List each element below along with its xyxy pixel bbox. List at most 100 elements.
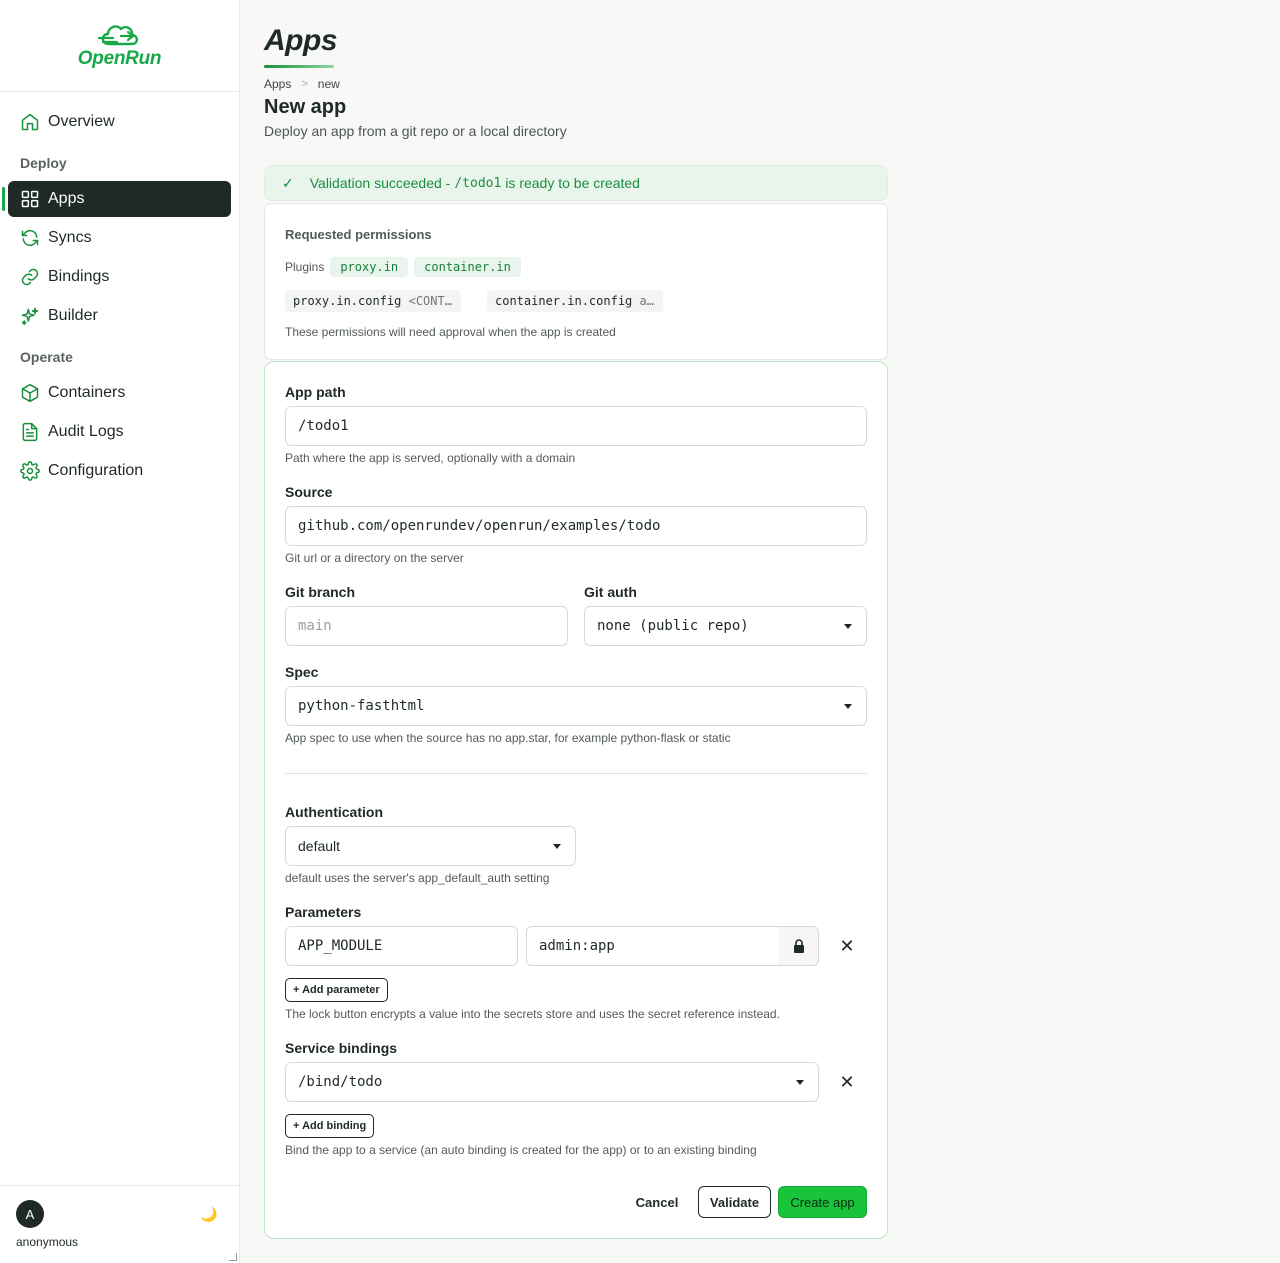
plugin-chip: proxy.in (330, 257, 409, 277)
sidebar-item-audit-logs[interactable]: Audit Logs (8, 414, 231, 450)
refresh-icon (21, 229, 39, 247)
sidebar-item-overview[interactable]: Overview (8, 104, 231, 140)
authentication-label: Authentication (285, 804, 383, 820)
file-text-icon (22, 422, 38, 442)
sidebar: OpenRun Overview Deploy Apps Syncs Bindi… (0, 0, 240, 1263)
binding-value: /bind/todo (298, 1074, 383, 1090)
plugin-chip: container.in (414, 257, 521, 277)
page-title: Apps (264, 24, 338, 57)
bindings-hint: Bind the app to a service (an auto bindi… (285, 1143, 757, 1157)
permissions-title: Requested permissions (285, 227, 432, 242)
config-key: container.in.config (495, 294, 633, 308)
home-icon (21, 113, 39, 131)
chevron-down-icon (844, 624, 852, 629)
spec-label: Spec (285, 664, 319, 680)
grid-icon (21, 190, 39, 208)
section-heading: New app (264, 96, 347, 118)
divider (285, 773, 867, 774)
lock-button[interactable] (779, 926, 819, 966)
logo[interactable]: OpenRun (0, 0, 239, 92)
sidebar-item-apps[interactable]: Apps (2, 181, 231, 217)
source-hint: Git url or a directory on the server (285, 551, 464, 565)
sidebar-item-configuration[interactable]: Configuration (8, 453, 231, 489)
authentication-select[interactable]: default (285, 826, 576, 866)
spec-hint: App spec to use when the source has no a… (285, 731, 731, 745)
app-path-label: App path (285, 384, 346, 400)
authentication-value: default (298, 838, 341, 854)
alert-suffix: is ready to be created (505, 175, 640, 191)
add-binding-button[interactable]: + Add binding (285, 1114, 375, 1138)
sidebar-item-label: Configuration (48, 462, 144, 479)
config-key: proxy.in.config (293, 294, 402, 308)
avatar[interactable]: A (16, 1200, 44, 1228)
add-parameter-button[interactable]: + Add parameter (285, 978, 388, 1002)
config-chip[interactable]: proxy.in.config <CONT… (285, 290, 461, 312)
spec-select[interactable]: python-fasthtml (285, 686, 867, 726)
new-app-form: App path /todo1 Path where the app is se… (264, 361, 888, 1239)
authentication-hint: default uses the server's app_default_au… (285, 871, 550, 885)
check-icon: ✓ (282, 174, 294, 191)
sidebar-item-containers[interactable]: Containers (8, 375, 231, 411)
spec-value: python-fasthtml (298, 698, 425, 714)
parameters-label: Parameters (285, 904, 362, 920)
sidebar-item-label: Bindings (48, 268, 110, 285)
sidebar-item-label: Apps (48, 190, 85, 207)
brand-name: OpenRun (77, 47, 162, 69)
chevron-down-icon (553, 844, 561, 849)
git-branch-label: Git branch (285, 584, 356, 600)
user-footer: A anonymous 🌙 (0, 1185, 239, 1263)
moon-icon[interactable]: 🌙 (200, 1206, 217, 1223)
gear-icon (20, 461, 40, 481)
config-value: <CONT… (408, 294, 452, 308)
breadcrumb: Apps > new (264, 77, 340, 91)
resize-grip-icon[interactable] (229, 1253, 237, 1261)
parameter-key-input[interactable]: APP_MODULE (285, 926, 518, 966)
sparkles-icon (21, 307, 39, 326)
sidebar-item-bindings[interactable]: Bindings (8, 259, 231, 295)
parameter-value-input[interactable]: admin:app (526, 926, 780, 966)
page-subtitle: Deploy an app from a git repo or a local… (264, 123, 567, 139)
plugins-label: Plugins (285, 260, 325, 274)
remove-parameter-icon[interactable]: ✕ (835, 934, 859, 958)
app-path-hint: Path where the app is served, optionally… (285, 451, 576, 465)
source-label: Source (285, 484, 333, 500)
breadcrumb-apps[interactable]: Apps (264, 77, 291, 91)
lock-icon (793, 939, 804, 953)
plugins-row: Plugins proxy.in container.in (285, 257, 521, 277)
chevron-down-icon (796, 1080, 804, 1085)
source-input[interactable]: github.com/openrundev/openrun/examples/t… (285, 506, 867, 546)
nav-section-operate: Operate (20, 349, 73, 365)
sidebar-item-label: Containers (48, 384, 126, 401)
sidebar-item-label: Overview (48, 113, 115, 130)
app-path-input[interactable]: /todo1 (285, 406, 867, 446)
remove-binding-icon[interactable]: ✕ (835, 1070, 859, 1094)
chevron-right-icon: > (301, 78, 308, 90)
permissions-card: Requested permissions Plugins proxy.in c… (264, 203, 888, 360)
link-icon (21, 268, 39, 286)
nav-section-deploy: Deploy (20, 155, 67, 171)
git-auth-value: none (public repo) (597, 618, 749, 634)
sidebar-item-builder[interactable]: Builder (8, 298, 231, 334)
create-app-button[interactable]: Create app (778, 1186, 867, 1218)
cancel-button[interactable]: Cancel (625, 1186, 689, 1218)
permissions-note: These permissions will need approval whe… (285, 325, 616, 339)
parameters-hint: The lock button encrypts a value into th… (285, 1007, 780, 1021)
alert-prefix: Validation succeeded - (309, 175, 451, 191)
config-chip[interactable]: container.in.config a… (487, 290, 663, 312)
git-auth-select[interactable]: none (public repo) (584, 606, 867, 646)
sidebar-item-syncs[interactable]: Syncs (8, 220, 231, 256)
username: anonymous (16, 1235, 79, 1249)
chevron-down-icon (844, 704, 852, 709)
cloud-logo-icon (97, 24, 138, 45)
validate-button[interactable]: Validate (698, 1186, 771, 1218)
service-bindings-label: Service bindings (285, 1040, 398, 1056)
git-branch-input[interactable]: main (285, 606, 568, 646)
binding-select[interactable]: /bind/todo (285, 1062, 819, 1102)
title-underline (264, 65, 334, 68)
box-icon (21, 383, 39, 403)
git-auth-label: Git auth (584, 584, 637, 600)
sidebar-item-label: Syncs (48, 229, 92, 246)
validation-alert: ✓ Validation succeeded - /todo1 is ready… (264, 165, 888, 201)
sidebar-item-label: Audit Logs (48, 423, 124, 440)
config-row: proxy.in.config <CONT… container.in.conf… (285, 290, 689, 312)
